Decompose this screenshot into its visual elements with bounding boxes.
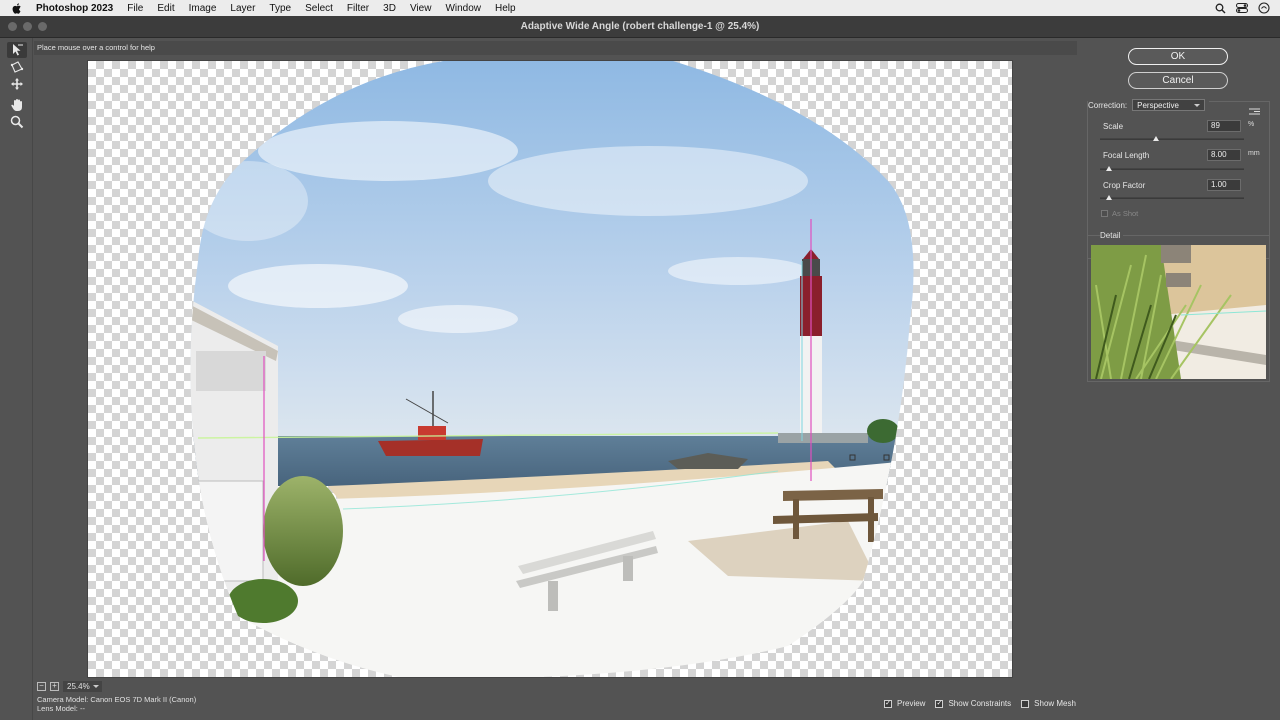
correction-select[interactable]: Perspective: [1132, 99, 1206, 111]
menu-edit[interactable]: Edit: [150, 3, 181, 14]
correction-row: Correction: Perspective: [1088, 99, 1210, 111]
crop-factor-label: Crop Factor: [1103, 181, 1146, 190]
menu-window[interactable]: Window: [438, 3, 488, 14]
camera-info: Camera Model: Canon EOS 7D Mark II (Cano…: [37, 695, 196, 713]
move-tool-icon[interactable]: [7, 76, 27, 92]
zoom-controls: − + 25.4%: [37, 680, 102, 692]
settings-panel: OK Cancel Correction: Perspective Scale …: [1078, 38, 1280, 720]
scale-slider-thumb[interactable]: [1153, 136, 1160, 141]
tool-column: [0, 38, 33, 720]
crop-factor-slider-thumb[interactable]: [1105, 195, 1112, 200]
crop-factor-slider[interactable]: [1100, 195, 1244, 200]
scale-slider[interactable]: [1100, 136, 1244, 141]
camera-model-text: Camera Model: Canon EOS 7D Mark II (Cano…: [37, 695, 197, 704]
dialog-title-bar: Adaptive Wide Angle (robert challenge-1 …: [0, 16, 1280, 38]
focal-length-slider-thumb[interactable]: [1105, 166, 1112, 171]
scale-unit: %: [1248, 121, 1255, 128]
constraint-tool-icon[interactable]: [7, 42, 27, 58]
correction-label: Correction:: [1088, 100, 1128, 110]
show-constraints-checkbox[interactable]: ✓ Show Constraints: [935, 699, 1011, 708]
as-shot-checkbox-box: [1101, 210, 1108, 217]
control-center-icon[interactable]: [1236, 3, 1248, 13]
ok-button[interactable]: OK: [1128, 48, 1228, 65]
close-window-button[interactable]: [8, 22, 17, 31]
scale-label: Scale: [1103, 122, 1124, 131]
menu-image[interactable]: Image: [182, 3, 224, 14]
show-mesh-checkbox[interactable]: Show Mesh: [1021, 699, 1076, 708]
search-icon[interactable]: [1215, 3, 1226, 14]
menu-view[interactable]: View: [403, 3, 439, 14]
window-controls: [8, 22, 47, 31]
app-menu[interactable]: Photoshop 2023: [34, 3, 120, 14]
menu-help[interactable]: Help: [488, 3, 523, 14]
focal-length-unit: mm: [1248, 150, 1260, 157]
zoom-level-select[interactable]: 25.4%: [63, 680, 102, 692]
menu-select[interactable]: Select: [298, 3, 340, 14]
menu-file[interactable]: File: [120, 3, 150, 14]
zoom-out-button[interactable]: −: [37, 681, 46, 691]
cancel-button[interactable]: Cancel: [1128, 72, 1228, 89]
minimize-window-button[interactable]: [23, 22, 32, 31]
menu-type[interactable]: Type: [262, 3, 298, 14]
zoom-tool-icon[interactable]: [7, 114, 27, 130]
show-constraints-checkbox-box[interactable]: ✓: [935, 699, 944, 708]
detail-label: Detail: [1100, 231, 1124, 240]
help-text: Place mouse over a control for help: [34, 41, 1077, 55]
image-preview-canvas[interactable]: [87, 60, 1013, 678]
as-shot-checkbox: As Shot: [1101, 209, 1138, 218]
preview-label: Preview: [897, 699, 926, 708]
polygon-constraint-tool-icon[interactable]: [7, 59, 27, 75]
preview-checkbox-box[interactable]: ✓: [884, 699, 892, 708]
lens-model-text: Lens Model: --: [37, 704, 85, 713]
scale-input[interactable]: 89: [1207, 120, 1241, 132]
show-mesh-checkbox-box[interactable]: [1021, 699, 1030, 708]
menu-layer[interactable]: Layer: [223, 3, 262, 14]
zoom-in-button[interactable]: +: [50, 681, 59, 691]
hand-tool-icon[interactable]: [7, 97, 27, 113]
focal-length-label: Focal Length: [1103, 151, 1150, 160]
detail-preview: [1091, 245, 1266, 379]
preview-checkbox[interactable]: ✓ Preview: [884, 699, 925, 708]
detail-loupe-image: [1091, 245, 1266, 379]
show-mesh-label: Show Mesh: [1034, 699, 1076, 708]
corrected-photo: [190, 61, 914, 677]
macos-menu-bar: Photoshop 2023 File Edit Image Layer Typ…: [0, 0, 1280, 16]
siri-icon[interactable]: [1258, 2, 1270, 14]
view-options: ✓ Preview ✓ Show Constraints Show Mesh: [884, 699, 1076, 708]
show-constraints-label: Show Constraints: [948, 699, 1012, 708]
dialog-title: Adaptive Wide Angle (robert challenge-1 …: [520, 21, 760, 32]
zoom-window-button[interactable]: [38, 22, 47, 31]
menu-3d[interactable]: 3D: [376, 3, 403, 14]
panel-menu-icon[interactable]: [1249, 102, 1260, 115]
focal-length-input[interactable]: 8.00: [1207, 149, 1241, 161]
as-shot-label: As Shot: [1112, 209, 1139, 218]
menu-filter[interactable]: Filter: [340, 3, 376, 14]
crop-factor-input[interactable]: 1.00: [1207, 179, 1241, 191]
focal-length-slider[interactable]: [1100, 166, 1244, 171]
apple-menu-icon[interactable]: [0, 2, 34, 14]
